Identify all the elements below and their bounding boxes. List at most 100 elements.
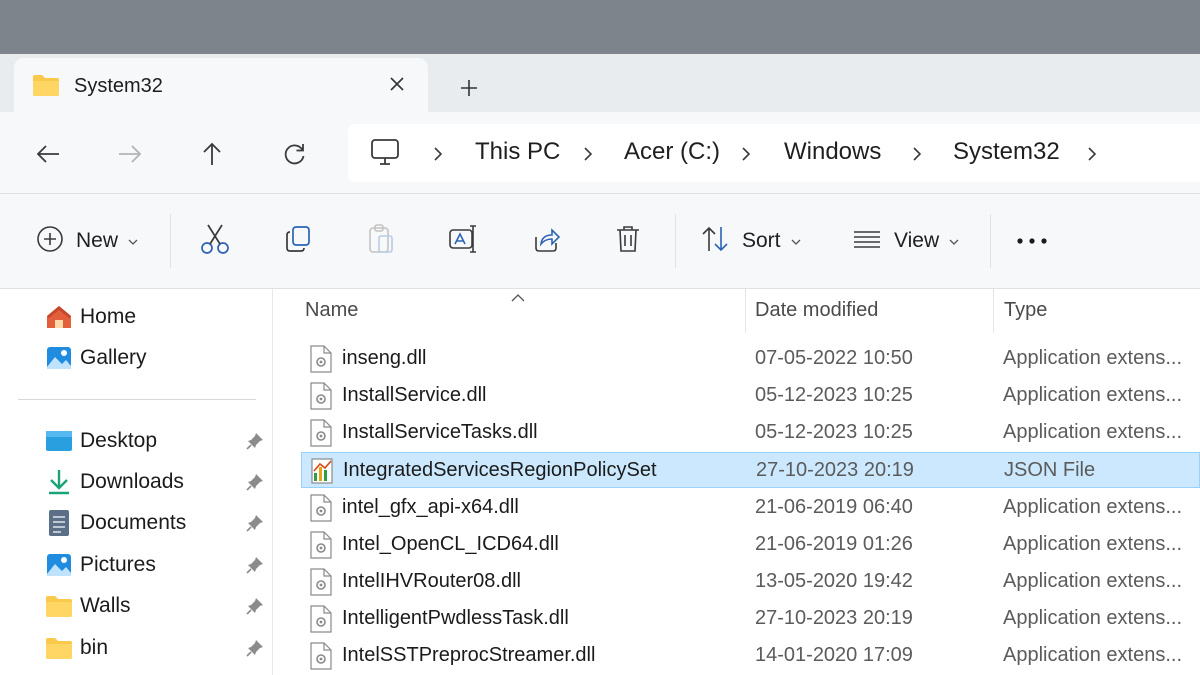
- monitor-icon: [370, 138, 400, 171]
- file-row-selected[interactable]: IntegratedServicesRegionPolicySet 27-10-…: [301, 452, 1200, 488]
- file-date: 21-06-2019 06:40: [755, 496, 913, 518]
- pin-icon[interactable]: [244, 471, 266, 493]
- pin-icon[interactable]: [244, 512, 266, 534]
- dll-file-icon: [309, 382, 333, 410]
- refresh-button[interactable]: [275, 134, 315, 174]
- new-button[interactable]: New: [36, 220, 138, 262]
- breadcrumb-system32[interactable]: System32: [953, 138, 1060, 166]
- share-icon: [532, 225, 561, 258]
- file-date: 13-05-2020 19:42: [755, 570, 913, 592]
- breadcrumb-windows[interactable]: Windows: [784, 138, 881, 166]
- dll-file-icon: [309, 568, 333, 596]
- command-separator: [675, 214, 676, 268]
- breadcrumb-chevron-icon[interactable]: [736, 144, 756, 164]
- sidebar-item-gallery[interactable]: Gallery: [44, 340, 147, 376]
- file-row[interactable]: InstallServiceTasks.dll 05-12-2023 10:25…: [301, 415, 1200, 451]
- rename-button[interactable]: [448, 220, 480, 262]
- column-divider[interactable]: [745, 289, 746, 333]
- file-date: 05-12-2023 10:25: [755, 384, 913, 406]
- column-header-date[interactable]: Date modified: [755, 299, 878, 322]
- column-header-name[interactable]: Name: [305, 299, 358, 322]
- file-row[interactable]: IntelligentPwdlessTask.dll 27-10-2023 20…: [301, 601, 1200, 637]
- new-label: New: [76, 229, 119, 252]
- file-list: Name Date modified Type inseng.dll 07-05…: [273, 289, 1200, 675]
- up-button[interactable]: [192, 134, 232, 174]
- file-name: inseng.dll: [342, 347, 427, 369]
- column-header-type[interactable]: Type: [1004, 299, 1047, 322]
- sidebar-item-bin[interactable]: bin: [44, 630, 108, 666]
- new-tab-button[interactable]: [452, 71, 486, 105]
- file-date: 27-10-2023 20:19: [756, 459, 914, 481]
- file-row[interactable]: IntelSSTPreprocStreamer.dll 14-01-2020 1…: [301, 638, 1200, 674]
- more-options-button[interactable]: [1016, 220, 1048, 262]
- breadcrumb-chevron-icon[interactable]: [428, 144, 448, 164]
- file-date: 27-10-2023 20:19: [755, 607, 913, 629]
- command-bar: New Sort View: [0, 194, 1200, 288]
- delete-button[interactable]: [615, 220, 641, 262]
- sort-icon: [700, 225, 730, 258]
- sidebar-item-label: Pictures: [80, 553, 156, 576]
- dll-file-icon: [309, 419, 333, 447]
- pin-icon[interactable]: [244, 637, 266, 659]
- sidebar-item-label: Downloads: [80, 470, 184, 493]
- copy-icon: [284, 225, 312, 258]
- folder-icon: [32, 73, 60, 102]
- breadcrumb-chevron-icon[interactable]: [1082, 144, 1102, 164]
- sidebar-item-desktop[interactable]: Desktop: [44, 423, 157, 459]
- sort-label: Sort: [742, 229, 781, 252]
- chevron-down-icon: [949, 232, 959, 250]
- breadcrumb-this-pc[interactable]: This PC: [475, 138, 560, 166]
- file-type: Application extens...: [1003, 421, 1182, 443]
- trash-icon: [615, 224, 641, 259]
- view-list-icon: [852, 229, 882, 254]
- command-separator: [170, 214, 171, 268]
- breadcrumb-drive[interactable]: Acer (C:): [624, 138, 720, 166]
- file-type: Application extens...: [1003, 644, 1182, 666]
- file-type: Application extens...: [1003, 496, 1182, 518]
- scissors-icon: [200, 223, 230, 260]
- breadcrumb-chevron-icon[interactable]: [578, 144, 598, 164]
- file-row[interactable]: InstallService.dll 05-12-2023 10:25 Appl…: [301, 378, 1200, 414]
- file-row[interactable]: inseng.dll 07-05-2022 10:50 Application …: [301, 341, 1200, 377]
- sidebar-item-documents[interactable]: Documents: [44, 505, 186, 541]
- folder-icon: [44, 633, 74, 663]
- folder-icon: [44, 591, 74, 621]
- paste-button[interactable]: [367, 220, 395, 262]
- file-type: Application extens...: [1003, 533, 1182, 555]
- share-button[interactable]: [532, 220, 561, 262]
- tab-system32[interactable]: System32: [14, 58, 428, 112]
- sidebar-item-label: Walls: [80, 594, 131, 617]
- file-name: InstallService.dll: [342, 384, 487, 406]
- close-tab-icon[interactable]: [382, 69, 412, 99]
- view-button[interactable]: View: [852, 220, 959, 262]
- sidebar-item-pictures[interactable]: Pictures: [44, 547, 156, 583]
- sidebar-divider: [18, 399, 256, 400]
- column-divider[interactable]: [993, 289, 994, 333]
- cut-button[interactable]: [200, 220, 230, 262]
- pin-icon[interactable]: [244, 430, 266, 452]
- file-name: IntelIHVRouter08.dll: [342, 570, 521, 592]
- forward-button[interactable]: [110, 134, 150, 174]
- dll-file-icon: [309, 642, 333, 670]
- back-button[interactable]: [28, 134, 68, 174]
- file-date: 14-01-2020 17:09: [755, 644, 913, 666]
- pictures-icon: [44, 550, 74, 580]
- file-type: JSON File: [1004, 459, 1096, 481]
- file-date: 21-06-2019 01:26: [755, 533, 913, 555]
- file-row[interactable]: Intel_OpenCL_ICD64.dll 21-06-2019 01:26 …: [301, 527, 1200, 563]
- address-bar[interactable]: This PC Acer (C:) Windows System32: [348, 124, 1200, 182]
- sidebar-item-label: Documents: [80, 511, 187, 534]
- sidebar-item-downloads[interactable]: Downloads: [44, 464, 184, 500]
- pin-icon[interactable]: [244, 554, 266, 576]
- file-row[interactable]: IntelIHVRouter08.dll 13-05-2020 19:42 Ap…: [301, 564, 1200, 600]
- file-name: IntelSSTPreprocStreamer.dll: [342, 644, 596, 666]
- file-row[interactable]: intel_gfx_api-x64.dll 21-06-2019 06:40 A…: [301, 490, 1200, 526]
- file-type: Application extens...: [1003, 607, 1182, 629]
- sort-button[interactable]: Sort: [700, 220, 801, 262]
- file-name: IntelligentPwdlessTask.dll: [342, 607, 569, 629]
- copy-button[interactable]: [284, 220, 312, 262]
- pin-icon[interactable]: [244, 595, 266, 617]
- sidebar-item-home[interactable]: Home: [44, 299, 136, 335]
- breadcrumb-chevron-icon[interactable]: [907, 144, 927, 164]
- sidebar-item-walls[interactable]: Walls: [44, 588, 131, 624]
